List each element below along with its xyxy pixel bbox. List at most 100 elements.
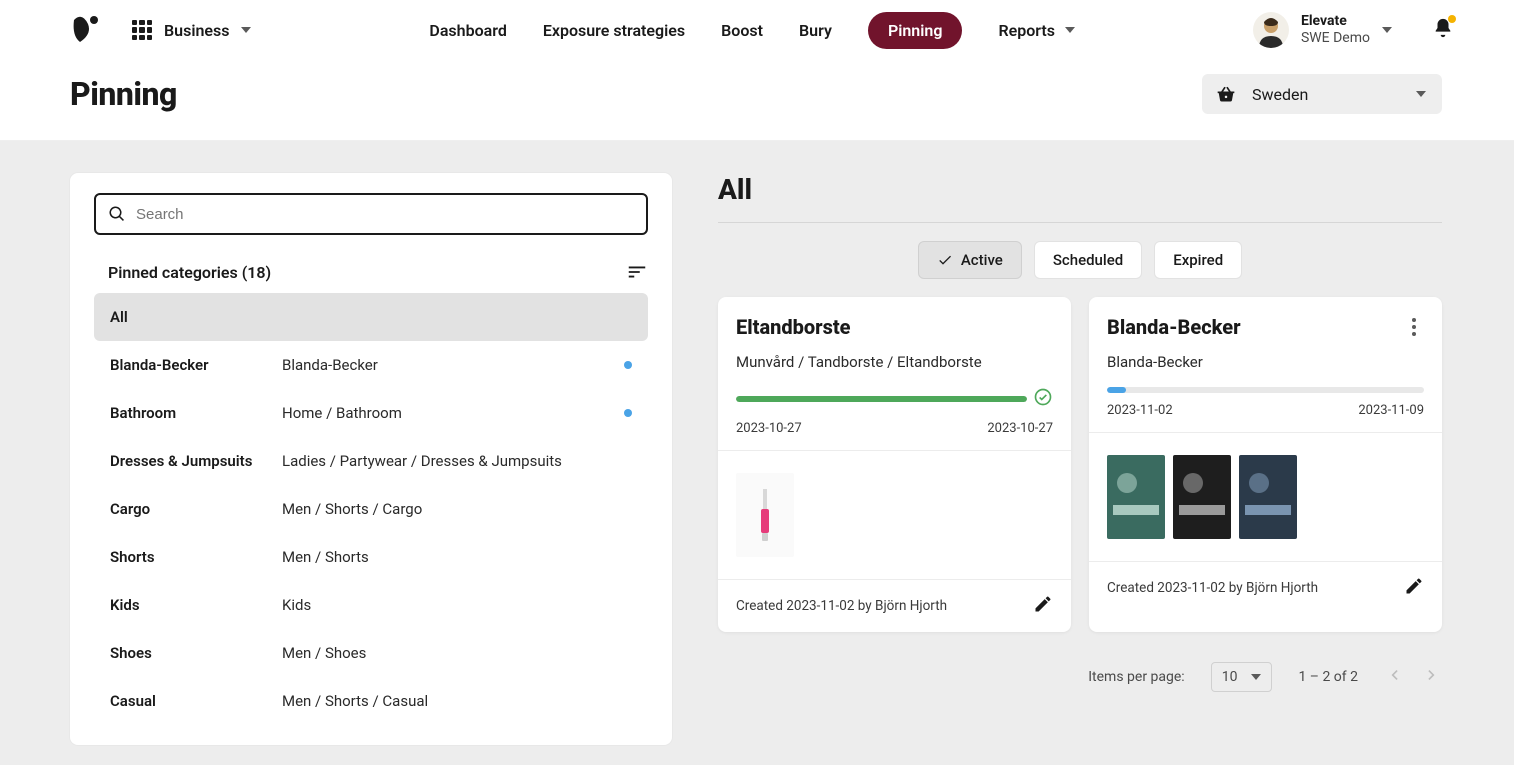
tab-label: Expired [1173, 251, 1223, 269]
chevron-down-icon [1251, 674, 1261, 680]
pagination: Items per page: 10 1 – 2 of 2 [718, 662, 1442, 692]
category-row[interactable]: BathroomHome / Bathroom [94, 389, 648, 437]
category-row[interactable]: All [94, 293, 648, 341]
chevron-right-icon [1422, 665, 1442, 685]
check-icon [937, 252, 953, 268]
market-selector[interactable]: Sweden [1202, 74, 1442, 114]
edit-button[interactable] [1033, 594, 1053, 618]
tab-label: Active [961, 251, 1003, 269]
search-input[interactable] [136, 206, 634, 223]
nav-bury[interactable]: Bury [799, 21, 832, 40]
category-path: Men / Shoes [282, 644, 624, 662]
main-area: Pinned categories (18) AllBlanda-BeckerB… [0, 141, 1514, 765]
search-box[interactable] [94, 193, 648, 235]
page-size-select[interactable]: 10 [1211, 662, 1273, 692]
start-date: 2023-11-02 [1107, 403, 1173, 418]
categories-panel: Pinned categories (18) AllBlanda-BeckerB… [70, 173, 672, 745]
end-date: 2023-10-27 [987, 421, 1053, 436]
logo [70, 14, 102, 46]
card-title: Eltandborste [736, 315, 851, 339]
edit-button[interactable] [1404, 576, 1424, 600]
title-bar: Pinning Sweden [0, 60, 1514, 141]
category-name: Shorts [110, 548, 282, 566]
category-row[interactable]: Blanda-BeckerBlanda-Becker [94, 341, 648, 389]
avatar [1253, 12, 1289, 48]
pager-range: 1 – 2 of 2 [1298, 669, 1358, 685]
sort-icon [626, 261, 648, 283]
apps-icon [132, 20, 152, 40]
notifications-button[interactable] [1432, 17, 1454, 43]
nav-pinning[interactable]: Pinning [868, 12, 963, 49]
category-row[interactable]: ShortsMen / Shorts [94, 533, 648, 581]
page-title: Pinning [70, 75, 177, 113]
market-name: Sweden [1252, 85, 1308, 104]
cards-row: Eltandborste Munvård / Tandborste / Eltan… [718, 297, 1442, 632]
notification-dot [1448, 15, 1456, 23]
category-row[interactable]: CargoMen / Shorts / Cargo [94, 485, 648, 533]
workspace-label: Business [164, 21, 229, 40]
pager-label: Items per page: [1088, 669, 1184, 685]
categories-count: Pinned categories (18) [108, 263, 271, 282]
category-name: Dresses & Jumpsuits [110, 452, 282, 470]
divider [718, 222, 1442, 223]
category-name: Kids [110, 596, 282, 614]
category-row[interactable]: CasualMen / Shorts / Casual [94, 677, 648, 725]
scheduled-dot [624, 409, 632, 417]
chevron-down-icon [1382, 27, 1392, 33]
user-menu[interactable]: Elevate SWE Demo [1253, 12, 1392, 48]
category-name: Shoes [110, 644, 282, 662]
chevron-down-icon [241, 27, 251, 33]
category-name: Blanda-Becker [110, 356, 282, 374]
progress-bar [1107, 387, 1424, 393]
category-name: All [110, 308, 282, 326]
category-path: Men / Shorts / Cargo [282, 500, 624, 518]
category-path: Ladies / Partywear / Dresses & Jumpsuits [282, 452, 624, 470]
progress-bar [736, 396, 1027, 402]
card-title: Blanda-Becker [1107, 315, 1241, 339]
product-thumb [1107, 455, 1165, 539]
nav-reports[interactable]: Reports [998, 21, 1075, 40]
card-created: Created 2023-11-02 by Björn Hjorth [736, 598, 947, 614]
basket-icon [1216, 84, 1236, 104]
prev-page-button[interactable] [1384, 665, 1404, 689]
categories-list: AllBlanda-BeckerBlanda-BeckerBathroomHom… [94, 293, 648, 725]
status-tabs: Active Scheduled Expired [718, 241, 1442, 279]
card-subtitle: Munvård / Tandborste / Eltandborste [736, 353, 1053, 371]
category-path: Blanda-Becker [282, 356, 624, 374]
nav-boost[interactable]: Boost [721, 21, 763, 40]
category-name: Casual [110, 692, 282, 710]
pencil-icon [1404, 576, 1424, 596]
nav-dashboard[interactable]: Dashboard [429, 21, 506, 40]
product-thumb [1239, 455, 1297, 539]
card-menu-button[interactable] [1404, 318, 1424, 336]
nav-exposure-strategies[interactable]: Exposure strategies [543, 21, 685, 40]
scheduled-dot [624, 361, 632, 369]
category-path: Kids [282, 596, 624, 614]
top-bar: Business Dashboard Exposure strategies B… [0, 0, 1514, 60]
tab-expired[interactable]: Expired [1154, 241, 1242, 279]
category-name: Cargo [110, 500, 282, 518]
category-name: Bathroom [110, 404, 282, 422]
main-nav: Dashboard Exposure strategies Boost Bury… [251, 12, 1252, 49]
search-icon [108, 205, 126, 223]
user-org: SWE Demo [1301, 30, 1370, 47]
category-row[interactable]: Dresses & JumpsuitsLadies / Partywear / … [94, 437, 648, 485]
card-subtitle: Blanda-Becker [1107, 353, 1424, 371]
pin-card: Blanda-Becker Blanda-Becker 2023-11-02 2023… [1089, 297, 1442, 632]
workspace-switcher[interactable]: Business [132, 20, 251, 40]
category-row[interactable]: ShoesMen / Shoes [94, 629, 648, 677]
end-date: 2023-11-09 [1358, 403, 1424, 418]
categories-header: Pinned categories (18) [108, 261, 648, 283]
chevron-down-icon [1065, 27, 1075, 33]
tab-active[interactable]: Active [918, 241, 1022, 279]
tab-label: Scheduled [1053, 251, 1123, 269]
content-title: All [718, 173, 1442, 206]
category-row[interactable]: KidsKids [94, 581, 648, 629]
sort-button[interactable] [626, 261, 648, 283]
chevron-left-icon [1384, 665, 1404, 685]
pencil-icon [1033, 594, 1053, 614]
nav-label: Dashboard [429, 21, 506, 40]
content-area: All Active Scheduled Expired Eltandborste M… [718, 173, 1442, 745]
next-page-button[interactable] [1422, 665, 1442, 689]
tab-scheduled[interactable]: Scheduled [1034, 241, 1142, 279]
